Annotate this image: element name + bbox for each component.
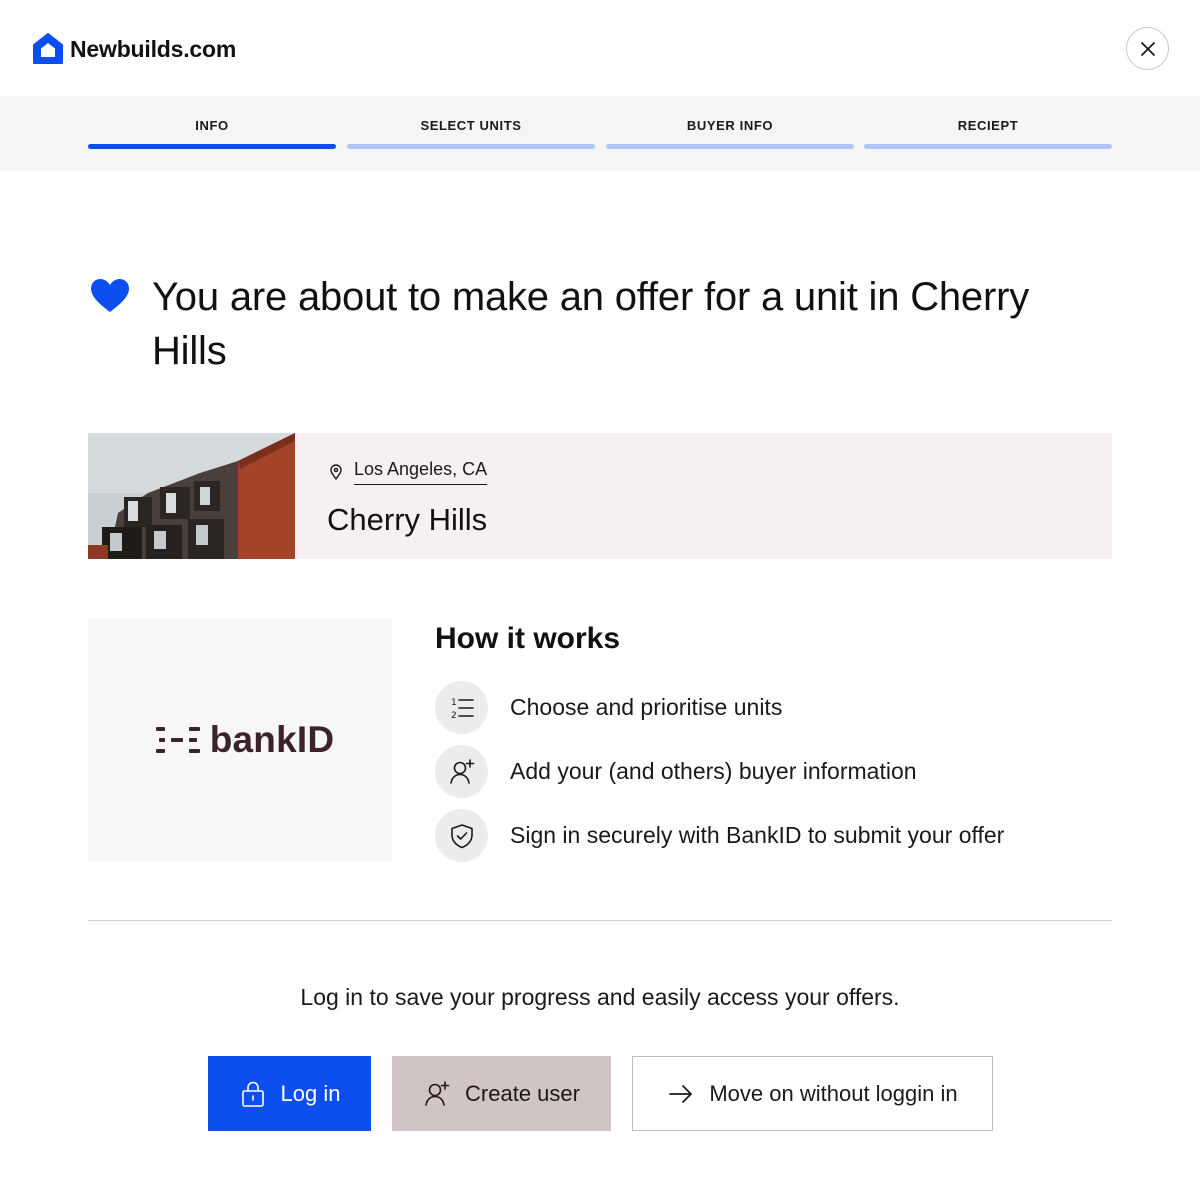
login-button-label: Log in xyxy=(280,1080,341,1106)
apartment-building-photo xyxy=(88,433,295,559)
project-card: Los Angeles, CA Cherry Hills xyxy=(88,433,1112,559)
bankid-logo: bankID xyxy=(155,719,335,761)
step-receipt[interactable]: RECIEPT xyxy=(864,96,1112,171)
step-label: SELECT UNITS xyxy=(420,118,522,133)
section-divider xyxy=(88,920,1112,921)
heart-icon xyxy=(90,278,130,314)
login-prompt: Log in to save your progress and easily … xyxy=(300,984,900,1010)
step-label: INFO xyxy=(195,118,229,133)
step-progress-bar xyxy=(88,144,336,149)
map-pin-icon xyxy=(328,464,344,480)
location-link[interactable]: Los Angeles, CA xyxy=(354,459,488,485)
add-user-icon xyxy=(435,745,488,798)
bankid-wordmark: bankID xyxy=(209,719,335,760)
login-button[interactable]: Log in xyxy=(208,1056,371,1131)
create-user-button-label: Create user xyxy=(465,1080,580,1106)
house-icon xyxy=(32,32,64,66)
continue-without-login-button[interactable]: Move on without loggin in xyxy=(632,1056,993,1131)
step-select-units[interactable]: SELECT UNITS xyxy=(347,96,595,171)
how-item-choose-units: 1 2 Choose and prioritise units xyxy=(435,681,782,734)
close-button[interactable] xyxy=(1126,27,1169,70)
create-user-button[interactable]: Create user xyxy=(392,1056,611,1131)
how-item-text: Sign in securely with BankID to submit y… xyxy=(510,822,1005,848)
progress-stepper: INFO SELECT UNITS BUYER INFO RECIEPT xyxy=(0,96,1200,171)
arrow-right-icon xyxy=(667,1080,695,1108)
svg-text:1: 1 xyxy=(451,698,457,708)
how-item-sign-in: Sign in securely with BankID to submit y… xyxy=(435,809,1004,862)
page-title: You are about to make an offer for a uni… xyxy=(152,275,1030,373)
shield-check-icon xyxy=(435,809,488,862)
how-item-text: Choose and prioritise units xyxy=(510,694,783,720)
step-progress-bar xyxy=(864,144,1112,149)
step-label: RECIEPT xyxy=(957,118,1019,133)
step-buyer-info[interactable]: BUYER INFO xyxy=(606,96,854,171)
numbered-list-icon: 1 2 xyxy=(435,681,488,734)
step-progress-bar xyxy=(606,144,854,149)
bankid-mark-icon xyxy=(155,725,202,755)
header: Newbuilds.com xyxy=(0,0,1200,96)
add-user-icon xyxy=(423,1080,451,1108)
how-item-buyer-info: Add your (and others) buyer information xyxy=(435,745,917,798)
project-location[interactable]: Los Angeles, CA xyxy=(328,459,488,485)
how-it-works-title: How it works xyxy=(435,622,621,655)
lock-icon xyxy=(239,1080,267,1108)
brand-logo[interactable]: Newbuilds.com xyxy=(32,32,236,66)
svg-text:2: 2 xyxy=(451,711,457,721)
project-name: Cherry Hills xyxy=(327,502,488,537)
continue-button-label: Move on without loggin in xyxy=(709,1080,958,1106)
how-item-text: Add your (and others) buyer information xyxy=(510,758,917,784)
step-progress-bar xyxy=(347,144,595,149)
close-icon xyxy=(1139,40,1157,58)
bankid-card: bankID xyxy=(88,619,392,861)
step-label: BUYER INFO xyxy=(686,118,774,133)
brand-name: Newbuilds.com xyxy=(70,35,237,62)
step-info[interactable]: INFO xyxy=(88,96,336,171)
